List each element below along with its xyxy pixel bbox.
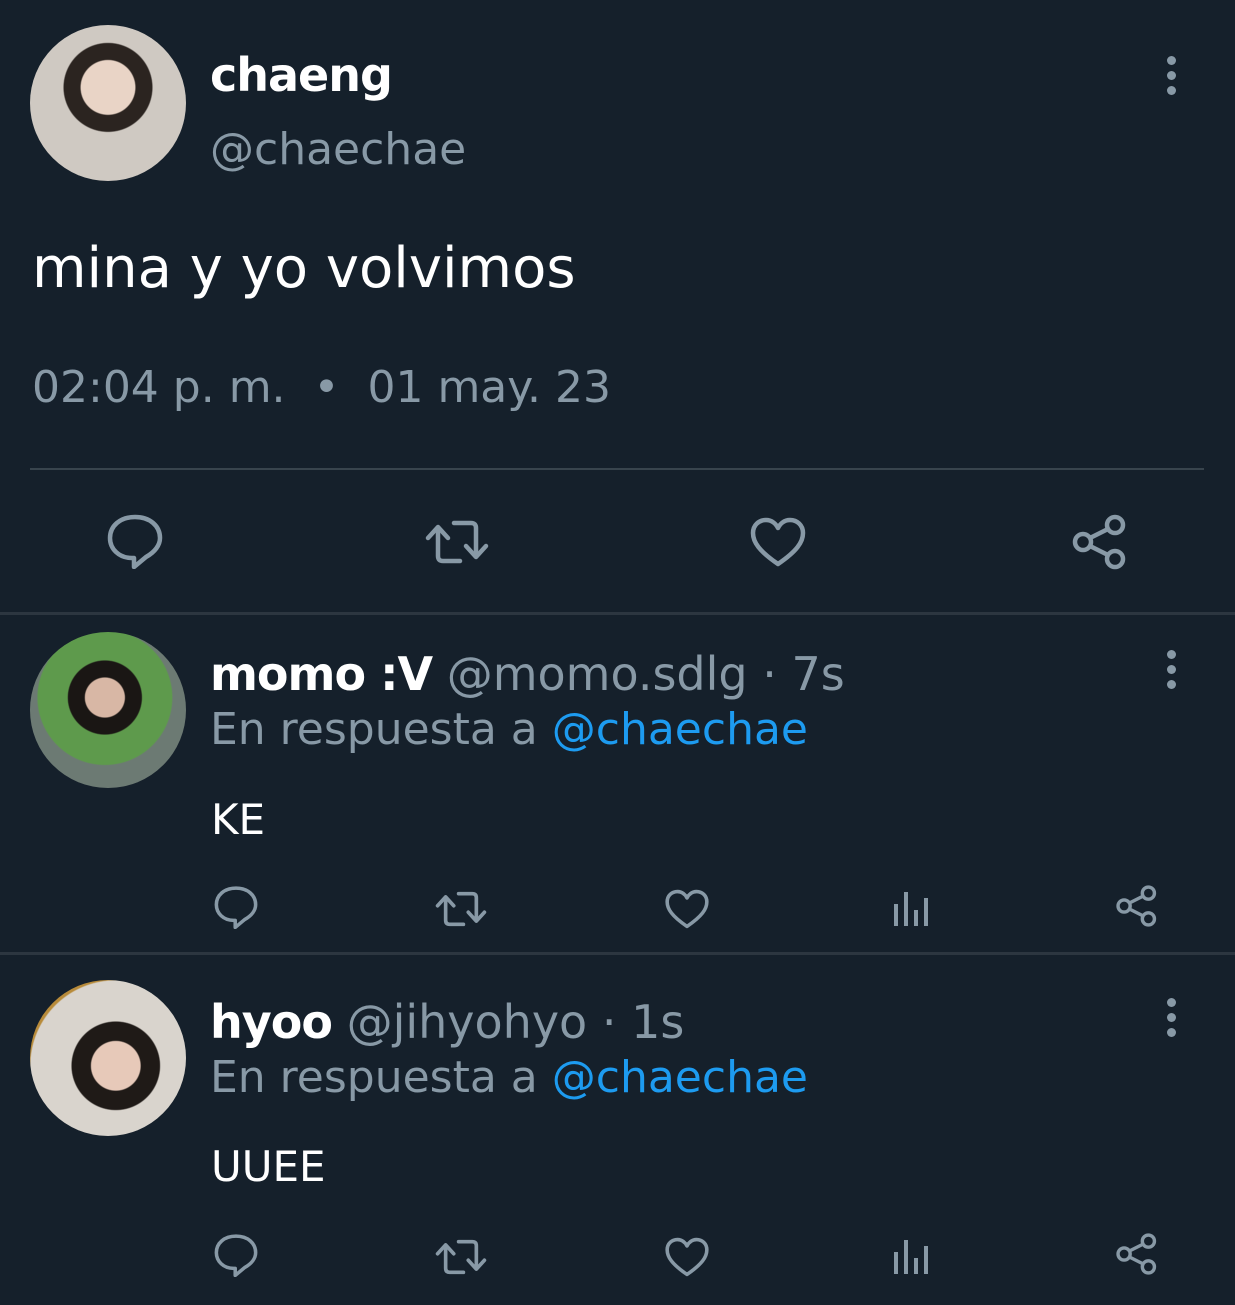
- retweet-icon[interactable]: [434, 1236, 488, 1278]
- reply-display-name[interactable]: hyoo: [210, 995, 333, 1049]
- more-options-icon[interactable]: [1159, 650, 1183, 690]
- like-icon[interactable]: [664, 1236, 710, 1278]
- reply-avatar[interactable]: [30, 632, 186, 788]
- reply-context: En respuesta a @chaechae: [210, 704, 808, 755]
- reply-icon[interactable]: [213, 885, 259, 929]
- main-tweet-handle[interactable]: @chaechae: [210, 124, 466, 175]
- reply-context: En respuesta a @chaechae: [210, 1052, 808, 1103]
- retweet-icon[interactable]: [434, 888, 488, 930]
- divider: [30, 468, 1204, 470]
- main-tweet-avatar[interactable]: [30, 25, 186, 181]
- like-icon[interactable]: [749, 516, 807, 568]
- retweet-icon[interactable]: [424, 516, 490, 568]
- main-tweet-time: 02:04 p. m.: [32, 362, 286, 413]
- more-options-icon[interactable]: [1159, 998, 1183, 1038]
- like-icon[interactable]: [664, 888, 710, 930]
- reply-prefix: En respuesta a: [210, 1052, 538, 1103]
- reply-mention-link[interactable]: @chaechae: [552, 1052, 808, 1103]
- analytics-icon[interactable]: [892, 886, 932, 928]
- reply-header: momo :V @momo.sdlg · 7s: [210, 647, 845, 701]
- reply-separator: ·: [601, 995, 617, 1049]
- share-icon[interactable]: [1114, 884, 1160, 928]
- reply-header: hyoo @jihyohyo · 1s: [210, 995, 684, 1049]
- divider: [0, 952, 1235, 955]
- main-tweet-display-name[interactable]: chaeng: [210, 48, 393, 102]
- reply-text: KE: [211, 795, 266, 844]
- reply-separator: ·: [762, 647, 777, 701]
- analytics-icon[interactable]: [892, 1234, 932, 1276]
- reply-display-name[interactable]: momo :V: [210, 647, 433, 701]
- main-tweet-text: mina y yo volvimos: [32, 236, 576, 301]
- reply-prefix: En respuesta a: [210, 704, 538, 755]
- tweet-thread: chaeng @chaechae mina y yo volvimos 02:0…: [0, 0, 1235, 1305]
- reply-time: 7s: [791, 647, 845, 701]
- reply-icon[interactable]: [213, 1233, 259, 1277]
- reply-handle[interactable]: @jihyohyo: [347, 995, 588, 1049]
- share-icon[interactable]: [1114, 1232, 1160, 1276]
- reply-text: UUEE: [211, 1142, 326, 1191]
- reply-mention-link[interactable]: @chaechae: [552, 704, 808, 755]
- reply-time: 1s: [631, 995, 685, 1049]
- reply-icon[interactable]: [106, 513, 164, 569]
- main-tweet-date: 01 may. 23: [367, 362, 611, 413]
- meta-separator: •: [313, 362, 340, 413]
- main-tweet-timestamp: 02:04 p. m. • 01 may. 23: [32, 362, 611, 413]
- reply-handle[interactable]: @momo.sdlg: [447, 647, 748, 701]
- more-options-icon[interactable]: [1159, 56, 1183, 96]
- divider: [0, 612, 1235, 615]
- share-icon[interactable]: [1070, 513, 1130, 571]
- reply-avatar[interactable]: [30, 980, 186, 1136]
